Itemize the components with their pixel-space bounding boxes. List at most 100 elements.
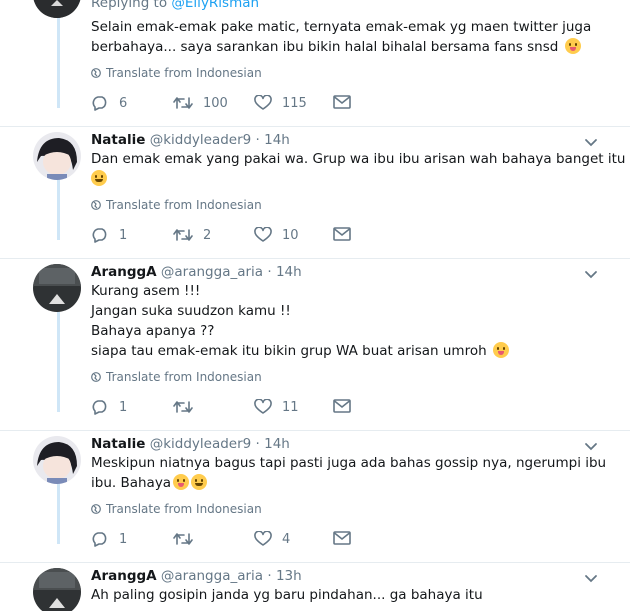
retweet-button[interactable] bbox=[173, 531, 203, 547]
tweet-text-line: Selain emak-emak pake matic, ternyata em… bbox=[91, 19, 592, 35]
reply-count: 1 bbox=[119, 399, 128, 415]
like-icon bbox=[254, 95, 272, 110]
globe-icon bbox=[91, 68, 101, 78]
globe-icon bbox=[91, 504, 101, 514]
reply-button[interactable]: 1 bbox=[91, 227, 127, 243]
emoji-icon bbox=[173, 474, 190, 490]
tweet-header: AranggA @arangga_aria · 14h bbox=[91, 264, 302, 280]
message-button[interactable] bbox=[333, 95, 351, 109]
tweet-text-line: Dan emak emak yang pakai wa. Grup wa ibu… bbox=[91, 151, 626, 167]
tweet-actions: 1 11 bbox=[91, 399, 361, 417]
username[interactable]: @kiddyleader9 bbox=[150, 436, 252, 452]
tweet-actions: 6 100 115 bbox=[91, 95, 361, 113]
reply-count: 6 bbox=[119, 95, 128, 111]
replying-label: Replying to bbox=[91, 0, 168, 11]
like-button[interactable]: 115 bbox=[254, 95, 307, 111]
avatar[interactable] bbox=[33, 568, 81, 611]
tweet[interactable]: Replying to @EllyRisman Selain emak-emak… bbox=[0, 0, 630, 126]
tweet-text-line: siapa tau emak-emak itu bikin grup WA bu… bbox=[91, 343, 487, 359]
tweet[interactable]: AranggA @arangga_aria · 14h Kurang asem … bbox=[0, 259, 630, 430]
translate-link[interactable]: Translate from Indonesian bbox=[91, 370, 262, 384]
tweet-actions: 1 2 10 bbox=[91, 227, 361, 245]
tweet-text-line: Kurang asem !!! bbox=[91, 283, 201, 299]
reply-icon bbox=[92, 400, 107, 415]
chevron-down-icon[interactable] bbox=[584, 138, 598, 148]
tweet-text: Meskipun niatnya bagus tapi pasti juga a… bbox=[91, 453, 611, 493]
like-button[interactable]: 10 bbox=[254, 227, 299, 243]
like-icon bbox=[254, 399, 272, 414]
tweet-header: AranggA @arangga_aria · 13h bbox=[91, 568, 302, 584]
retweet-button[interactable]: 100 bbox=[173, 95, 228, 111]
display-name[interactable]: Natalie bbox=[91, 132, 145, 148]
message-icon bbox=[333, 95, 351, 109]
retweet-count: 100 bbox=[203, 95, 228, 111]
message-button[interactable] bbox=[333, 531, 351, 545]
globe-icon bbox=[91, 200, 101, 210]
retweet-button[interactable]: 2 bbox=[173, 227, 211, 243]
reply-button[interactable]: 1 bbox=[91, 531, 127, 547]
timestamp[interactable]: · 14h bbox=[256, 132, 290, 148]
message-icon bbox=[333, 399, 351, 413]
tweet-text: Kurang asem !!! Jangan suka suudzon kamu… bbox=[91, 281, 611, 361]
like-count: 10 bbox=[282, 227, 299, 243]
tweet-text-line: Bahaya apanya ?? bbox=[91, 323, 215, 339]
tweet-text: Dan emak emak yang pakai wa. Grup wa ibu… bbox=[91, 149, 626, 189]
chevron-down-icon[interactable] bbox=[584, 574, 598, 584]
avatar[interactable] bbox=[33, 132, 81, 180]
tweet-text-line: Jangan suka suudzon kamu !! bbox=[91, 303, 291, 319]
tweet[interactable]: AranggA @arangga_aria · 13h Ah paling go… bbox=[0, 563, 630, 611]
tweet-text-line: Meskipun niatnya bagus tapi pasti juga a… bbox=[91, 455, 607, 471]
translate-link[interactable]: Translate from Indonesian bbox=[91, 198, 262, 212]
retweet-button[interactable] bbox=[173, 399, 203, 415]
tweet-actions: 1 4 bbox=[91, 531, 361, 549]
message-icon bbox=[333, 531, 351, 545]
username[interactable]: @arangga_aria bbox=[161, 568, 263, 584]
like-icon bbox=[254, 531, 272, 546]
avatar[interactable] bbox=[33, 264, 81, 312]
display-name[interactable]: AranggA bbox=[91, 568, 157, 584]
message-button[interactable] bbox=[333, 227, 351, 241]
translate-label: Translate from Indonesian bbox=[106, 66, 262, 80]
translate-label: Translate from Indonesian bbox=[106, 370, 262, 384]
chevron-down-icon[interactable] bbox=[584, 270, 598, 280]
reply-button[interactable]: 1 bbox=[91, 399, 127, 415]
chevron-down-icon[interactable] bbox=[584, 442, 598, 452]
username[interactable]: @kiddyleader9 bbox=[150, 132, 252, 148]
retweet-icon bbox=[173, 401, 193, 413]
tweet-text-line: Ah paling gosipin janda yg baru pindahan… bbox=[91, 587, 483, 603]
retweet-icon bbox=[173, 533, 193, 545]
like-icon bbox=[254, 227, 272, 242]
reply-button[interactable]: 6 bbox=[91, 95, 127, 111]
like-button[interactable]: 4 bbox=[254, 531, 290, 547]
avatar[interactable] bbox=[33, 0, 81, 18]
reply-count: 1 bbox=[119, 227, 128, 243]
replying-handle-link[interactable]: @EllyRisman bbox=[171, 0, 259, 11]
globe-icon bbox=[91, 372, 101, 382]
message-button[interactable] bbox=[333, 399, 351, 413]
translate-label: Translate from Indonesian bbox=[106, 198, 262, 212]
translate-link[interactable]: Translate from Indonesian bbox=[91, 502, 262, 516]
tweet-text: Ah paling gosipin janda yg baru pindahan… bbox=[91, 585, 611, 605]
username[interactable]: @arangga_aria bbox=[161, 264, 263, 280]
emoji-icon bbox=[91, 170, 107, 186]
emoji-icon bbox=[564, 38, 581, 54]
display-name[interactable]: Natalie bbox=[91, 436, 145, 452]
translate-label: Translate from Indonesian bbox=[106, 502, 262, 516]
reply-icon bbox=[92, 96, 107, 111]
tweet[interactable]: Natalie @kiddyleader9 · 14h Meskipun nia… bbox=[0, 431, 630, 562]
tweet-text-line: ibu. Bahaya bbox=[91, 475, 172, 491]
translate-link[interactable]: Translate from Indonesian bbox=[91, 66, 262, 80]
message-icon bbox=[333, 227, 351, 241]
timestamp[interactable]: · 14h bbox=[267, 264, 301, 280]
like-button[interactable]: 11 bbox=[254, 399, 299, 415]
tweet-text: Selain emak-emak pake matic, ternyata em… bbox=[91, 17, 611, 57]
timestamp[interactable]: · 13h bbox=[267, 568, 301, 584]
tweet-text-line: berbahaya... saya sarankan ibu bikin hal… bbox=[91, 39, 559, 55]
display-name[interactable]: AranggA bbox=[91, 264, 157, 280]
avatar[interactable] bbox=[33, 436, 81, 484]
like-count: 11 bbox=[282, 399, 299, 415]
replying-to: Replying to @EllyRisman bbox=[91, 0, 259, 11]
tweet[interactable]: Natalie @kiddyleader9 · 14h Dan emak ema… bbox=[0, 127, 630, 258]
tweet-header: Natalie @kiddyleader9 · 14h bbox=[91, 132, 290, 148]
timestamp[interactable]: · 14h bbox=[256, 436, 290, 452]
